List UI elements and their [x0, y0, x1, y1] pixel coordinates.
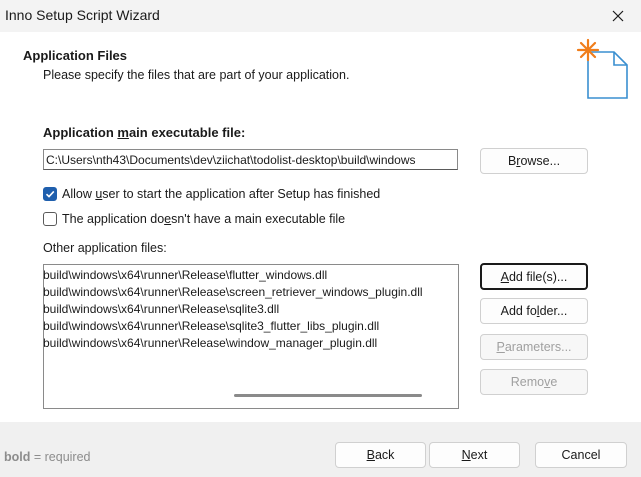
list-item[interactable]: build\windows\x64\runner\Release\flutter…	[44, 267, 327, 283]
main-exe-value: C:\Users\nth43\Documents\dev\ziichat\tod…	[46, 153, 416, 167]
back-button[interactable]: Back	[335, 442, 426, 468]
no-main-exe-label[interactable]: The application doesn't have a main exec…	[62, 212, 345, 226]
other-files-label: Other application files:	[43, 241, 167, 255]
page-title: Application Files	[23, 48, 128, 63]
title-bar: Inno Setup Script Wizard	[0, 0, 641, 32]
setup-wizard-document-icon	[576, 38, 628, 99]
checkmark-icon	[45, 190, 55, 198]
allow-run-checkbox[interactable]	[43, 187, 57, 201]
remove-button[interactable]: Remo v e	[480, 369, 588, 395]
wizard-header: Application Files Please specify the fil…	[0, 32, 641, 108]
next-button[interactable]: Next	[429, 442, 520, 468]
browse-button[interactable]: Br owse...	[480, 148, 588, 174]
cancel-button[interactable]: Cancel	[535, 442, 627, 468]
list-item[interactable]: build\windows\x64\runner\Release\screen_…	[44, 284, 423, 300]
close-button[interactable]	[595, 0, 641, 32]
list-item[interactable]: build\windows\x64\runner\Release\sqlite3…	[44, 318, 379, 334]
list-item[interactable]: build\windows\x64\runner\Release\sqlite3…	[44, 301, 279, 317]
page-subtitle: Please specify the files that are part o…	[43, 68, 350, 82]
window-title: Inno Setup Script Wizard	[5, 7, 160, 23]
list-item[interactable]: build\windows\x64\runner\Release\window_…	[44, 335, 377, 351]
add-files-button[interactable]: Add file(s)...	[480, 263, 588, 290]
allow-run-label[interactable]: Allow user to start the application afte…	[62, 187, 380, 201]
main-exe-label: Application main executable file:	[43, 125, 246, 140]
other-files-list[interactable]: build\windows\x64\runner\Release\flutter…	[43, 264, 459, 409]
parameters-button[interactable]: Parameters...	[480, 334, 588, 360]
no-main-exe-checkbox[interactable]	[43, 212, 57, 226]
horizontal-scrollbar[interactable]	[234, 394, 422, 397]
required-legend: bold = required	[4, 450, 91, 464]
add-folder-button[interactable]: Add fo l der...	[480, 298, 588, 324]
close-icon	[612, 10, 624, 22]
main-exe-input[interactable]: C:\Users\nth43\Documents\dev\ziichat\tod…	[43, 149, 458, 170]
wizard-body: Application main executable file: C:\Use…	[0, 108, 641, 422]
